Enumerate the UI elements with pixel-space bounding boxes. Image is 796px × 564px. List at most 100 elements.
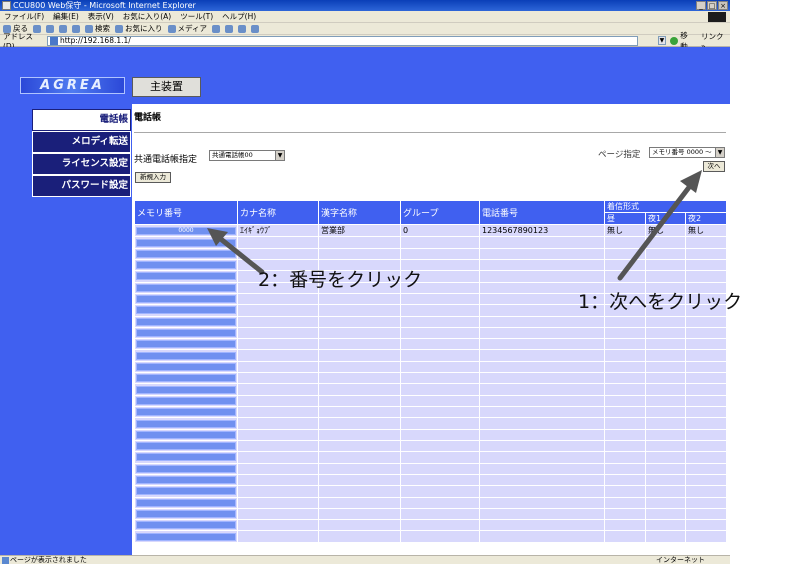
browser-toolbar: 戻る 検索 お気に入り メディア [0, 23, 730, 35]
memory-number-button[interactable] [136, 408, 236, 417]
group-cell [400, 383, 480, 396]
kanji-cell [318, 451, 401, 464]
next-button[interactable]: 次へ [703, 161, 725, 172]
mail-button[interactable] [224, 24, 233, 33]
memory-number-button[interactable] [136, 362, 236, 371]
home-button[interactable] [72, 24, 80, 33]
menu-view[interactable]: 表示(V) [88, 11, 114, 22]
table-row [134, 383, 728, 396]
night2-cell [684, 473, 728, 487]
group-cell [400, 338, 480, 351]
memory-number-button[interactable] [136, 306, 236, 315]
table-row [134, 496, 728, 509]
sidebar-item-phonebook[interactable]: 電話帳 [32, 109, 131, 131]
day-cell [604, 372, 646, 385]
windows-logo-icon [708, 12, 726, 22]
tab-main-unit[interactable]: 主装置 [132, 77, 201, 97]
memory-number-button[interactable]: 0000 [136, 226, 236, 235]
day-cell [604, 236, 646, 249]
memory-number-button[interactable] [136, 351, 236, 360]
kana-cell [237, 485, 319, 498]
memory-number-button[interactable] [136, 453, 236, 462]
address-dropdown-icon[interactable]: ▼ [657, 36, 667, 45]
memory-number-button[interactable] [136, 272, 236, 281]
menu-file[interactable]: ファイル(F) [4, 11, 44, 22]
memory-number-button[interactable] [136, 374, 236, 383]
memory-number-button[interactable] [136, 340, 236, 349]
sidebar-item-license[interactable]: ライセンス設定 [32, 153, 131, 175]
memory-number-button[interactable] [136, 295, 236, 304]
night2-cell [684, 519, 728, 532]
stop-button[interactable] [46, 24, 54, 33]
new-entry-button[interactable]: 新規入力 [135, 172, 171, 183]
memory-number-button[interactable] [136, 442, 236, 451]
night1-cell [645, 247, 686, 260]
close-button[interactable]: × [718, 1, 728, 10]
menu-tools[interactable]: ツール(T) [180, 11, 213, 22]
night1-cell [645, 236, 686, 249]
memory-number-button[interactable] [136, 329, 236, 337]
memory-cell [134, 292, 238, 306]
night2-cell [684, 406, 728, 419]
memory-number-button[interactable] [136, 261, 236, 270]
memory-number-button[interactable] [136, 487, 236, 496]
memory-number-button[interactable] [136, 419, 236, 428]
group-cell [400, 451, 480, 464]
kanji-cell [318, 394, 401, 408]
memory-number-button[interactable] [136, 464, 236, 473]
refresh-button[interactable] [59, 24, 67, 33]
search-button[interactable]: 検索 [85, 23, 110, 34]
kana-cell [237, 496, 319, 509]
menu-favorites[interactable]: お気に入り(A) [123, 11, 171, 22]
sidebar-item-password[interactable]: パスワード設定 [32, 175, 131, 197]
night2-cell [684, 258, 728, 272]
memory-number-button[interactable] [136, 532, 236, 541]
print-button[interactable] [237, 24, 246, 33]
memory-number-button[interactable] [136, 498, 236, 507]
memory-number-button[interactable] [136, 476, 236, 485]
kanji-cell [318, 417, 401, 430]
group-cell [400, 349, 480, 362]
memory-cell [134, 451, 238, 464]
night2-cell [684, 315, 728, 328]
group-cell [400, 304, 480, 317]
table-row [134, 247, 728, 260]
edit-button[interactable] [250, 24, 259, 33]
minimize-button[interactable]: _ [696, 1, 706, 10]
history-button[interactable] [211, 24, 220, 33]
night1-cell [645, 519, 686, 532]
memory-number-button[interactable] [136, 283, 236, 292]
maximize-button[interactable]: □ [707, 1, 717, 10]
column-header-night2: 夜2 [684, 212, 728, 225]
chevron-down-icon: ▼ [275, 151, 284, 160]
menu-edit[interactable]: 編集(E) [53, 11, 79, 22]
table-row [134, 428, 728, 441]
memory-number-button[interactable] [136, 521, 236, 530]
menu-help[interactable]: ヘルプ(H) [222, 11, 256, 22]
night1-cell [645, 326, 686, 340]
address-input[interactable]: http://192.168.1.1/ [46, 35, 638, 46]
table-row [134, 530, 728, 543]
memory-number-button[interactable] [136, 430, 236, 439]
day-cell [604, 417, 646, 430]
media-button[interactable]: メディア [167, 23, 207, 34]
kana-cell [237, 247, 319, 260]
memory-number-button[interactable] [136, 249, 236, 258]
memory-number-button[interactable] [136, 385, 236, 394]
memory-number-button[interactable] [136, 317, 236, 326]
day-cell [604, 258, 646, 272]
kana-cell [237, 383, 319, 396]
sidebar-item-melody-transfer[interactable]: メロディ転送 [32, 131, 131, 153]
memory-number-button[interactable] [136, 510, 236, 518]
memory-number-button[interactable] [136, 238, 236, 247]
kana-cell [237, 372, 319, 385]
favorites-button[interactable]: お気に入り [115, 23, 163, 34]
kanji-cell [318, 485, 401, 498]
page-select[interactable]: メモリ番号 0000 ～ ▼ [649, 147, 725, 158]
kanji-cell [318, 519, 401, 532]
memory-number-button[interactable] [136, 396, 236, 405]
common-phonebook-select[interactable]: 共通電話帳00 ▼ [209, 150, 285, 161]
memory-cell [134, 473, 238, 487]
zone-indicator: インターネット [656, 556, 705, 564]
address-url: http://192.168.1.1/ [59, 36, 131, 45]
